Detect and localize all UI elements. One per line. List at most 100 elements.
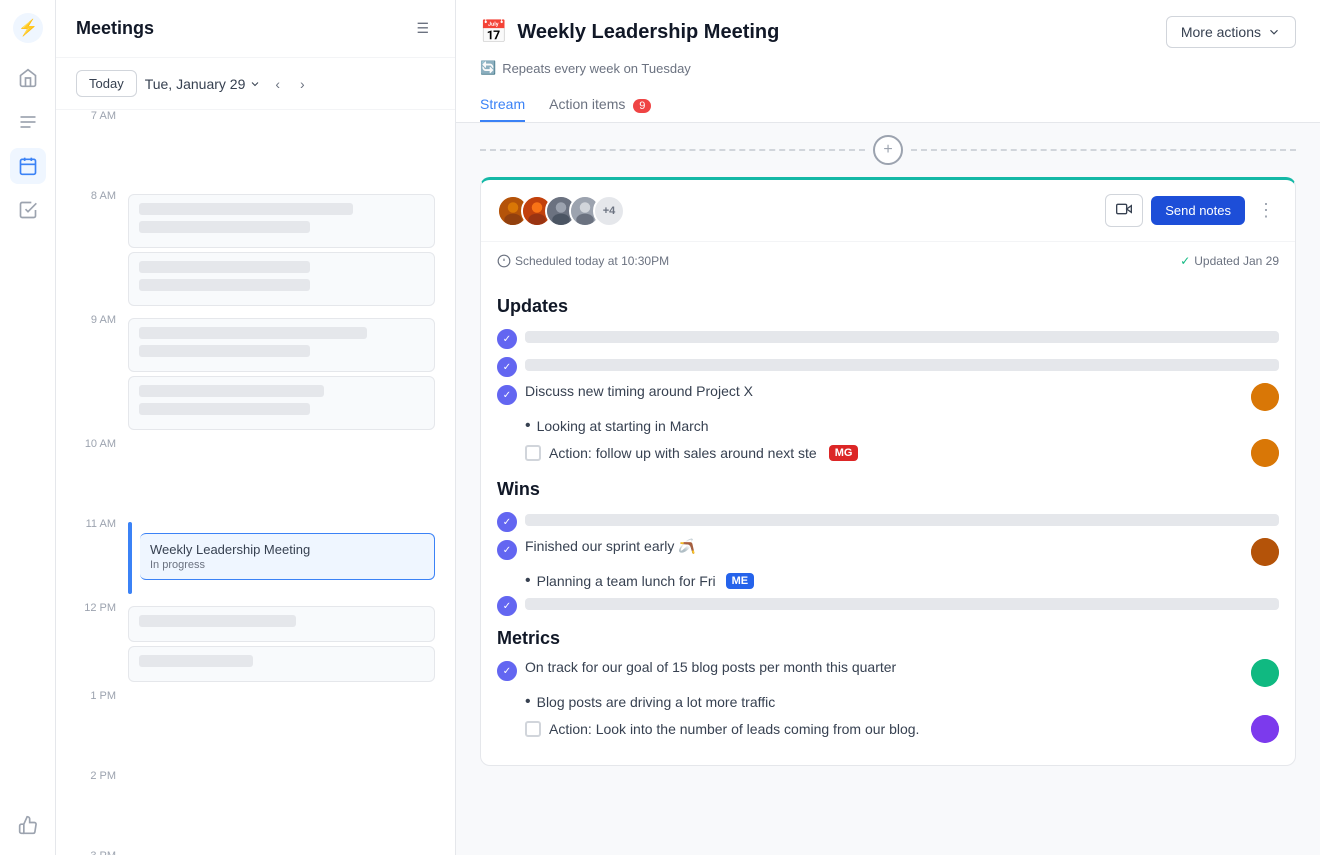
time-slot-12pm: 12 PM <box>76 602 435 690</box>
item-text: Finished our sprint early 🪃 <box>525 538 1243 555</box>
update-item: ✓ <box>497 594 1279 616</box>
update-item: ✓ <box>497 327 1279 349</box>
avatar-overflow: +4 <box>593 195 625 227</box>
tab-stream[interactable]: Stream <box>480 88 525 122</box>
event-block[interactable] <box>128 252 435 306</box>
item-bar <box>525 331 1279 343</box>
participant-avatars: +4 <box>497 195 625 227</box>
weekly-leadership-meeting-event[interactable]: Weekly Leadership Meeting In progress <box>140 533 435 580</box>
tab-action-items[interactable]: Action items 9 <box>549 88 651 122</box>
check-circle-icon: ✓ <box>497 661 517 681</box>
date-navigation: Today Tue, January 29 ‹ › <box>56 58 455 110</box>
update-item: ✓ On track for our goal of 15 blog posts… <box>497 659 1279 687</box>
update-item: ✓ <box>497 355 1279 377</box>
time-slot-10am: 10 AM <box>76 438 435 518</box>
add-button[interactable]: + <box>873 135 903 165</box>
left-header: Meetings ☰ <box>56 0 455 58</box>
action-text: Action: Look into the number of leads co… <box>549 721 919 737</box>
update-item: ✓ Discuss new timing around Project X <box>497 383 1279 411</box>
action-item: Action: Look into the number of leads co… <box>497 715 1279 743</box>
header-top: 📅 Weekly Leadership Meeting More actions <box>480 16 1296 48</box>
sidebar-item-calendar[interactable] <box>10 148 46 184</box>
panel-title: Meetings <box>76 18 154 39</box>
sidebar: ⚡ <box>0 0 56 855</box>
recurrence-row: 🔄 Repeats every week on Tuesday <box>480 60 1296 76</box>
bullet-item: • Blog posts are driving a lot more traf… <box>497 693 1279 711</box>
time-slot-8am: 8 AM <box>76 190 435 314</box>
event-status: In progress <box>150 559 424 571</box>
action-items-badge: 9 <box>633 99 651 113</box>
svg-text:⚡: ⚡ <box>18 18 38 37</box>
item-avatar <box>1251 439 1279 467</box>
update-item: ✓ Finished our sprint early 🪃 <box>497 538 1279 566</box>
menu-toggle[interactable]: ☰ <box>410 16 435 41</box>
scheduled-text: Scheduled today at 10:30PM <box>497 254 669 268</box>
check-circle-icon: ✓ <box>497 329 517 349</box>
action-text: Action: follow up with sales around next… <box>549 445 817 461</box>
bullet-icon: • <box>525 572 531 590</box>
action-checkbox[interactable] <box>525 445 541 461</box>
card-body: Updates ✓ ✓ ✓ Discuss new timing around … <box>481 276 1295 765</box>
sidebar-item-tasks[interactable] <box>10 192 46 228</box>
check-circle-icon: ✓ <box>497 540 517 560</box>
more-actions-button[interactable]: More actions <box>1166 16 1296 48</box>
video-button[interactable] <box>1105 194 1143 227</box>
time-label: 3 PM <box>76 850 116 855</box>
check-circle-icon: ✓ <box>497 357 517 377</box>
card-actions: Send notes ⋮ <box>1105 194 1279 227</box>
bullet-icon: • <box>525 693 531 711</box>
app-logo: ⚡ <box>12 12 44 44</box>
meeting-title-row: 📅 Weekly Leadership Meeting <box>480 19 779 45</box>
event-block[interactable] <box>128 646 435 682</box>
time-content <box>128 314 435 438</box>
time-content <box>128 770 435 850</box>
dashed-line-left <box>480 149 865 151</box>
section-title-updates: Updates <box>497 296 1279 317</box>
time-label: 9 AM <box>76 314 116 438</box>
today-button[interactable]: Today <box>76 70 137 97</box>
time-label: 8 AM <box>76 190 116 314</box>
event-block[interactable] <box>128 194 435 248</box>
item-avatar <box>1251 659 1279 687</box>
sidebar-item-messages[interactable] <box>10 104 46 140</box>
next-date-button[interactable]: › <box>294 72 311 96</box>
right-panel: 📅 Weekly Leadership Meeting More actions… <box>456 0 1320 855</box>
event-block[interactable] <box>128 318 435 372</box>
time-label: 1 PM <box>76 690 116 770</box>
card-header: +4 Send notes ⋮ <box>481 180 1295 242</box>
item-text: On track for our goal of 15 blog posts p… <box>525 659 1243 675</box>
more-options-button[interactable]: ⋮ <box>1253 196 1279 225</box>
time-slot-1pm: 1 PM <box>76 690 435 770</box>
time-label: 7 AM <box>76 110 116 190</box>
update-item: ✓ <box>497 510 1279 532</box>
send-notes-button[interactable]: Send notes <box>1151 196 1245 225</box>
sidebar-item-home[interactable] <box>10 60 46 96</box>
updated-text: ✓ Updated Jan 29 <box>1180 254 1279 268</box>
recurrence-icon: 🔄 <box>480 60 496 76</box>
section-title-wins: Wins <box>497 479 1279 500</box>
meeting-title: Weekly Leadership Meeting <box>517 21 779 44</box>
action-item: Action: follow up with sales around next… <box>497 439 1279 467</box>
time-content <box>128 190 435 314</box>
prev-date-button[interactable]: ‹ <box>269 72 286 96</box>
time-slot-9am: 9 AM <box>76 314 435 438</box>
event-title: Weekly Leadership Meeting <box>150 542 424 557</box>
time-content <box>128 850 435 855</box>
item-bar <box>525 359 1279 371</box>
sidebar-item-thumbsup[interactable] <box>10 807 46 843</box>
check-circle-icon: ✓ <box>497 385 517 405</box>
bullet-icon: • <box>525 417 531 435</box>
item-avatar <box>1251 715 1279 743</box>
current-date: Tue, January 29 <box>145 76 262 92</box>
item-bar <box>525 598 1279 610</box>
event-block[interactable] <box>128 376 435 430</box>
meeting-card: +4 Send notes ⋮ <box>480 177 1296 766</box>
item-avatar <box>1251 383 1279 411</box>
time-label: 2 PM <box>76 770 116 850</box>
dashed-line-right <box>911 149 1296 151</box>
item-avatar <box>1251 538 1279 566</box>
time-label: 11 AM <box>76 518 116 602</box>
section-title-metrics: Metrics <box>497 628 1279 649</box>
event-block[interactable] <box>128 606 435 642</box>
action-checkbox[interactable] <box>525 721 541 737</box>
